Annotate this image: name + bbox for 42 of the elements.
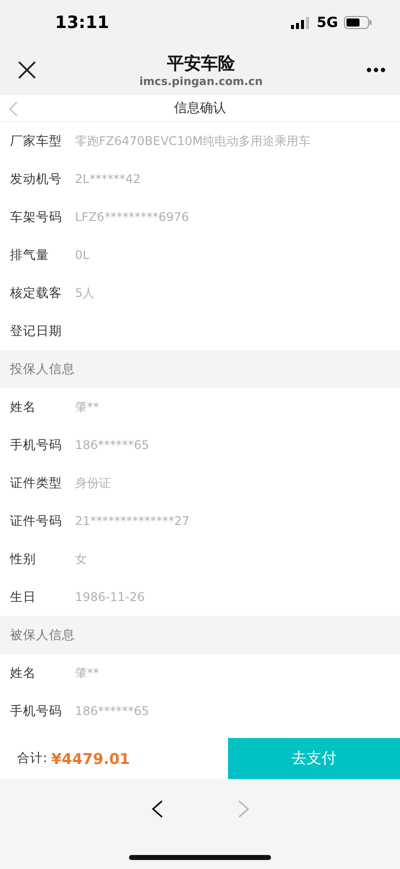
section-header: 被保人信息: [0, 616, 400, 654]
field-value: 21**************27: [75, 514, 190, 528]
field-value: 身份证: [75, 474, 111, 492]
total-amount: ¥4479.01: [51, 750, 130, 768]
section-header: 投保人信息: [0, 350, 400, 388]
field-label: 排气量: [10, 246, 50, 264]
browser-title: 平安车险: [167, 53, 235, 75]
field-label: 手机号码: [10, 702, 63, 720]
field-label: 证件号码: [10, 512, 63, 530]
network-label: 5G: [316, 14, 338, 30]
field-label: 车架号码: [10, 208, 63, 226]
field-value: 1986-11-26: [75, 590, 145, 604]
more-icon[interactable]: [366, 67, 386, 73]
field-value: 186******65: [75, 438, 150, 452]
url-label: imcs.pingan.com.cn: [139, 75, 263, 88]
field-label: 手机号码: [10, 436, 63, 454]
field-value: 肇**: [75, 398, 99, 416]
page-title: 信息确认: [174, 100, 226, 117]
close-icon[interactable]: [18, 61, 36, 79]
field-label: 登记日期: [10, 322, 63, 340]
total-label: 合计:: [17, 750, 48, 767]
field-value: 女: [75, 550, 87, 568]
back-icon[interactable]: [150, 800, 162, 818]
status-time: 13:11: [55, 12, 110, 32]
field-label: 性别: [10, 550, 37, 568]
field-label: 厂家车型: [10, 132, 63, 150]
field-label: 姓名: [10, 398, 37, 416]
signal-icon: [290, 16, 311, 28]
battery-icon: [344, 16, 372, 29]
field-label: 生日: [10, 588, 37, 606]
field-value: 2L******42: [75, 172, 141, 186]
pay-button[interactable]: 去支付: [228, 738, 400, 779]
field-value: 5人: [75, 284, 95, 302]
field-value: 零跑FZ6470BEVC10M纯电动多用途乘用车: [75, 132, 311, 150]
field-label: 发动机号: [10, 170, 63, 188]
field-value: LFZ6*********6976: [75, 210, 189, 224]
field-value: 肇**: [75, 664, 99, 682]
field-value: 186******65: [75, 704, 150, 718]
field-label: 证件类型: [10, 474, 63, 492]
field-label: 核定载客: [10, 284, 63, 302]
field-label: 姓名: [10, 664, 37, 682]
field-value: 0L: [75, 248, 90, 262]
